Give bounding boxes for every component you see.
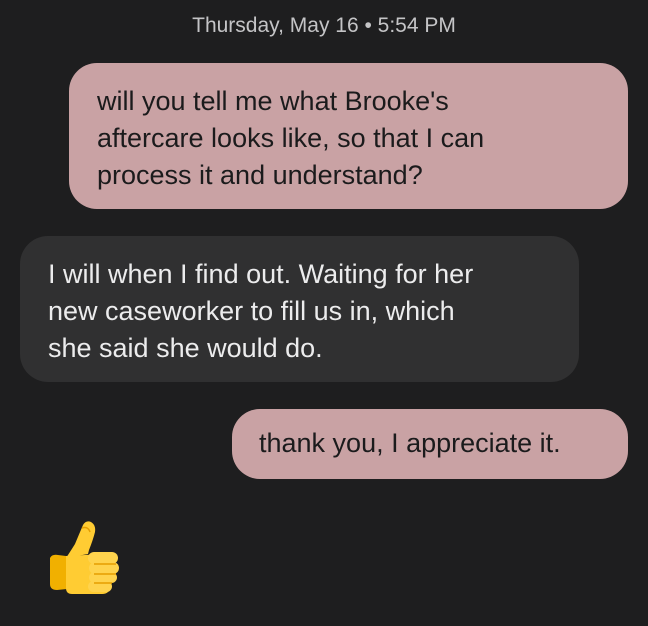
outgoing-message-bubble[interactable]: thank you, I appreciate it. (232, 409, 628, 479)
message-thread: Thursday, May 16 • 5:54 PM will you tell… (0, 0, 648, 626)
date-header: Thursday, May 16 • 5:54 PM (192, 14, 456, 37)
outgoing-message-bubble[interactable]: will you tell me what Brooke's aftercare… (69, 63, 628, 209)
thumbs-up-icon[interactable] (44, 518, 124, 598)
incoming-message-bubble[interactable]: I will when I find out. Waiting for her … (20, 236, 579, 382)
